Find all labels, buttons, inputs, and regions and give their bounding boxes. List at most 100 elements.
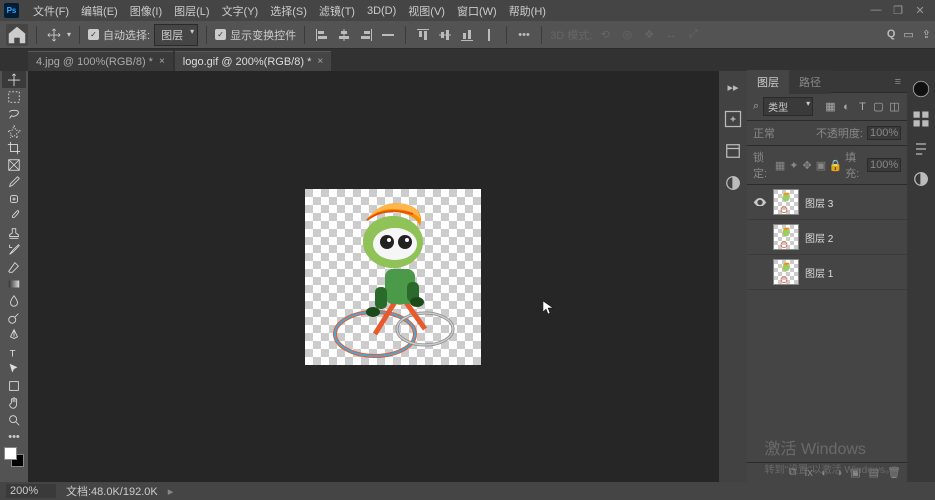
learn-icon[interactable] xyxy=(723,109,743,129)
zoom-tool[interactable] xyxy=(2,411,26,428)
filter-adjust-icon[interactable]: ◐ xyxy=(840,100,853,113)
align-middle-v-icon[interactable] xyxy=(436,26,454,44)
menu-filter[interactable]: 滤镜(T) xyxy=(313,1,361,21)
layer-row[interactable]: 图层 2 xyxy=(747,220,907,255)
crop-tool[interactable] xyxy=(2,139,26,156)
brush-tool[interactable] xyxy=(2,207,26,224)
eraser-tool[interactable] xyxy=(2,258,26,275)
auto-select-dropdown[interactable]: 图层 xyxy=(154,24,198,46)
lock-position-icon[interactable]: ✦ xyxy=(789,160,798,171)
filter-type-icon[interactable]: T xyxy=(856,100,869,113)
close-button[interactable]: ✕ xyxy=(913,3,927,17)
type-tool[interactable]: T xyxy=(2,343,26,360)
color-panel-icon[interactable] xyxy=(911,79,931,99)
menu-window[interactable]: 窗口(W) xyxy=(451,1,503,21)
lock-artboard-icon[interactable]: ▣ xyxy=(816,160,826,171)
lasso-tool[interactable] xyxy=(2,105,26,122)
menu-layer[interactable]: 图层(L) xyxy=(168,1,215,21)
lock-move-icon[interactable]: ✥ xyxy=(803,160,812,171)
filter-pixel-icon[interactable]: ▦ xyxy=(824,100,837,113)
layer-thumbnail[interactable] xyxy=(773,189,799,215)
hand-tool[interactable] xyxy=(2,394,26,411)
move-tool-icon[interactable] xyxy=(45,26,63,44)
workspace-icon[interactable]: ▭ xyxy=(903,28,913,41)
tab-layers[interactable]: 图层 xyxy=(747,70,789,94)
show-transform-checkbox[interactable]: ✓ xyxy=(215,29,226,40)
menu-view[interactable]: 视图(V) xyxy=(402,1,451,21)
panel-menu-icon[interactable]: ≡ xyxy=(889,76,907,88)
tab-close-icon[interactable]: × xyxy=(159,56,165,67)
color-swatches[interactable] xyxy=(4,447,24,467)
shape-tool[interactable] xyxy=(2,377,26,394)
eyedropper-tool[interactable] xyxy=(2,173,26,190)
stamp-tool[interactable] xyxy=(2,224,26,241)
layer-name[interactable]: 图层 2 xyxy=(805,230,833,245)
move-tool[interactable] xyxy=(2,71,26,88)
adjustments-icon[interactable] xyxy=(723,173,743,193)
align-left-icon[interactable] xyxy=(313,26,331,44)
menu-file[interactable]: 文件(F) xyxy=(27,1,75,21)
visibility-toggle[interactable] xyxy=(753,265,767,279)
frame-tool[interactable] xyxy=(2,156,26,173)
heal-tool[interactable] xyxy=(2,190,26,207)
document-info[interactable]: 文档:48.0K/192.0K xyxy=(66,483,158,499)
search-icon[interactable]: Q xyxy=(887,28,896,41)
fg-color[interactable] xyxy=(4,447,17,460)
dodge-tool[interactable] xyxy=(2,309,26,326)
visibility-toggle[interactable] xyxy=(753,195,767,209)
restore-button[interactable]: ❐ xyxy=(891,3,905,17)
menu-type[interactable]: 文字(Y) xyxy=(216,1,265,21)
opacity-input[interactable]: 100% xyxy=(867,126,901,140)
layer-row[interactable]: 图层 3 xyxy=(747,185,907,220)
minimize-button[interactable]: — xyxy=(869,3,883,17)
lock-pixels-icon[interactable]: ▦ xyxy=(775,160,785,171)
properties-panel-icon[interactable] xyxy=(911,139,931,159)
layer-name[interactable]: 图层 3 xyxy=(805,195,833,210)
align-right-icon[interactable] xyxy=(357,26,375,44)
canvas-area[interactable] xyxy=(28,71,719,482)
filter-shape-icon[interactable]: ▢ xyxy=(872,100,885,113)
align-center-h-icon[interactable] xyxy=(335,26,353,44)
menu-edit[interactable]: 编辑(E) xyxy=(75,1,124,21)
menu-3d[interactable]: 3D(D) xyxy=(361,3,402,19)
tab-close-icon[interactable]: × xyxy=(317,56,323,67)
adjustments-panel-icon[interactable] xyxy=(911,169,931,189)
auto-select-checkbox[interactable]: ✓ xyxy=(88,29,99,40)
menu-image[interactable]: 图像(I) xyxy=(124,1,168,21)
distribute-icon[interactable] xyxy=(379,26,397,44)
path-select-tool[interactable] xyxy=(2,360,26,377)
edit-toolbar[interactable]: ••• xyxy=(2,428,26,445)
collapse-icon[interactable]: ▸▸ xyxy=(723,77,743,97)
more-icon[interactable]: ••• xyxy=(515,26,533,44)
menu-select[interactable]: 选择(S) xyxy=(264,1,313,21)
info-chevron-icon[interactable]: ▸ xyxy=(168,485,174,498)
marquee-tool[interactable] xyxy=(2,88,26,105)
layer-thumbnail[interactable] xyxy=(773,224,799,250)
history-brush-tool[interactable] xyxy=(2,241,26,258)
tab-paths[interactable]: 路径 xyxy=(789,70,831,94)
distribute-v-icon[interactable] xyxy=(480,26,498,44)
blur-tool[interactable] xyxy=(2,292,26,309)
fill-input[interactable]: 100% xyxy=(867,158,901,172)
lock-all-icon[interactable]: 🔒 xyxy=(830,160,841,171)
artboard[interactable] xyxy=(305,189,481,365)
align-bottom-icon[interactable] xyxy=(458,26,476,44)
zoom-input[interactable]: 200% xyxy=(6,484,56,498)
document-tab[interactable]: logo.gif @ 200%(RGB/8) * × xyxy=(175,51,331,71)
align-top-icon[interactable] xyxy=(414,26,432,44)
blend-mode-dropdown[interactable]: 正常 xyxy=(753,125,812,141)
libraries-icon[interactable] xyxy=(723,141,743,161)
visibility-toggle[interactable] xyxy=(753,230,767,244)
filter-smart-icon[interactable]: ◫ xyxy=(888,100,901,113)
menu-help[interactable]: 帮助(H) xyxy=(503,1,552,21)
share-icon[interactable]: ⇪ xyxy=(922,28,931,41)
filter-kind-dropdown[interactable]: 类型 xyxy=(763,97,813,116)
swatches-panel-icon[interactable] xyxy=(911,109,931,129)
home-button[interactable] xyxy=(6,24,28,46)
layer-name[interactable]: 图层 1 xyxy=(805,265,833,280)
layer-thumbnail[interactable] xyxy=(773,259,799,285)
quick-select-tool[interactable] xyxy=(2,122,26,139)
document-tab[interactable]: 4.jpg @ 100%(RGB/8) * × xyxy=(28,51,173,71)
gradient-tool[interactable] xyxy=(2,275,26,292)
layer-row[interactable]: 图层 1 xyxy=(747,255,907,290)
